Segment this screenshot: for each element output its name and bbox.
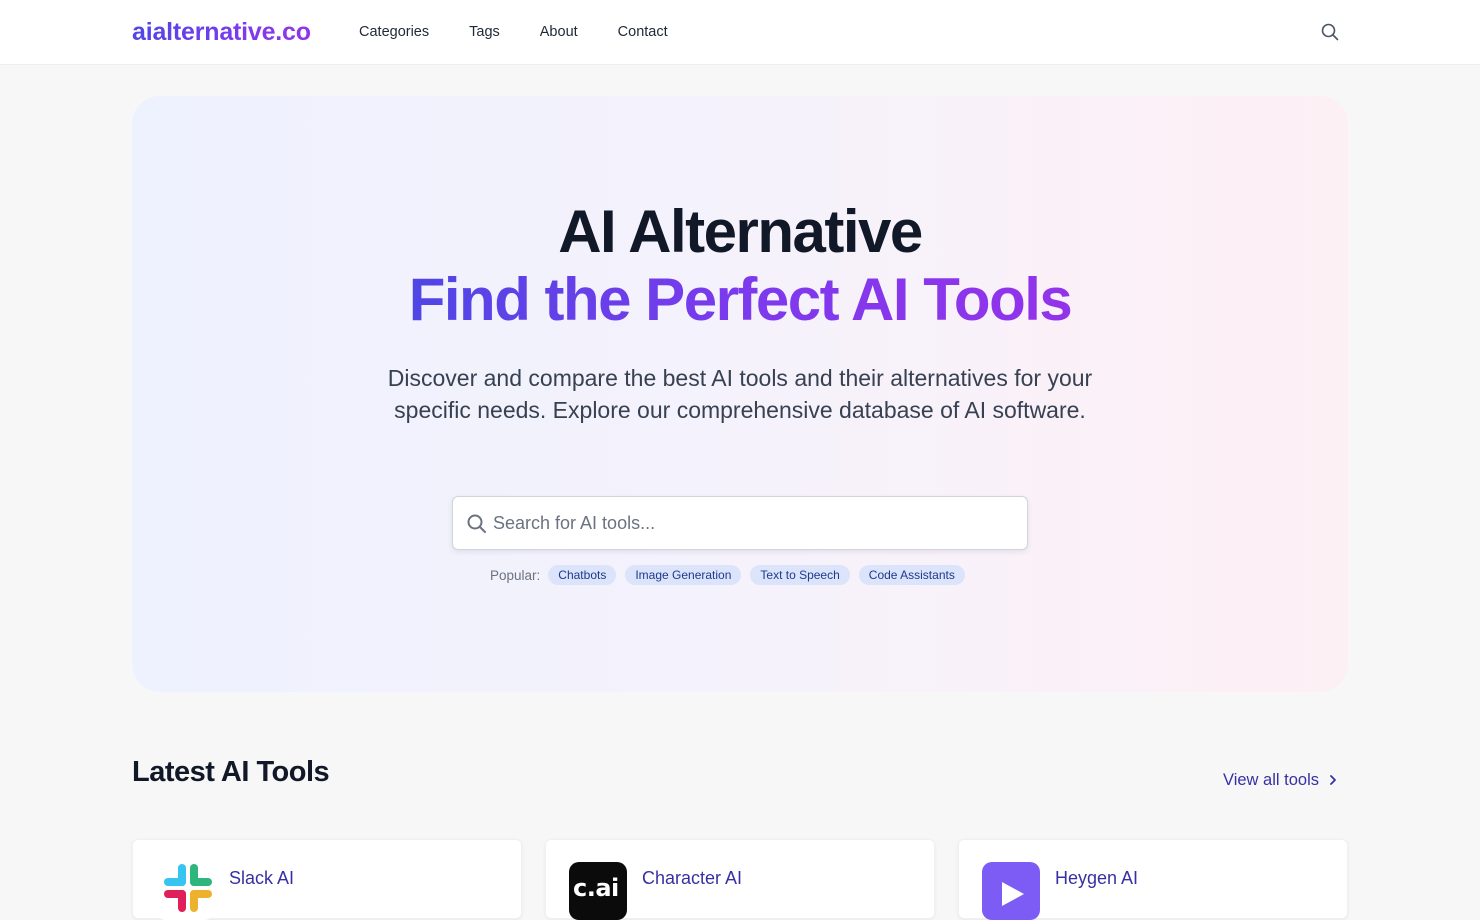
nav-categories[interactable]: Categories [359, 22, 429, 42]
hero-title: AI Alternative [558, 198, 923, 265]
chevron-right-icon [1330, 775, 1336, 785]
tag-chatbots[interactable]: Chatbots [548, 565, 617, 585]
tool-name[interactable]: Character AI [642, 867, 742, 889]
tag-text-to-speech[interactable]: Text to Speech [750, 565, 850, 585]
view-all-label: View all tools [1223, 771, 1319, 789]
search-icon [465, 512, 489, 536]
tool-card-heygen-ai[interactable]: Heygen AI [958, 839, 1348, 920]
tool-card-slack-ai[interactable]: Slack AI [132, 839, 522, 920]
tag-image-generation[interactable]: Image Generation [625, 565, 742, 585]
site-logo[interactable]: aialternative.co [132, 16, 311, 48]
search-input[interactable] [493, 497, 1013, 549]
tool-card-character-ai[interactable]: c.ai Character AI [545, 839, 935, 920]
nav-tags[interactable]: Tags [469, 22, 500, 42]
hero-section: AI Alternative Find the Perfect AI Tools… [132, 96, 1348, 692]
view-all-tools-link[interactable]: View all tools [1223, 770, 1339, 790]
tool-name[interactable]: Heygen AI [1055, 867, 1138, 889]
nav-about[interactable]: About [540, 22, 578, 42]
hero-subtitle: Find the Perfect AI Tools [132, 266, 1348, 334]
popular-label: Popular: [490, 567, 541, 583]
character-ai-logo-text: c.ai [573, 874, 619, 902]
slack-logo-icon [156, 862, 214, 920]
hero-search-box[interactable] [452, 496, 1028, 550]
nav-contact[interactable]: Contact [618, 22, 668, 42]
latest-tools-heading: Latest AI Tools [132, 756, 330, 788]
character-ai-logo-icon: c.ai [569, 862, 627, 920]
tag-code-assistants[interactable]: Code Assistants [858, 565, 965, 585]
tool-name[interactable]: Slack AI [229, 867, 294, 889]
heygen-logo-icon [982, 862, 1040, 920]
site-header: aialternative.co Categories Tags About C… [0, 0, 1480, 65]
popular-tags: Popular: Chatbots Image Generation Text … [490, 565, 974, 585]
hero-subtitle-text: Find the Perfect AI Tools [408, 266, 1073, 333]
search-icon[interactable] [1318, 20, 1342, 44]
hero-description: Discover and compare the best AI tools a… [387, 365, 1093, 423]
main-nav: Categories Tags About Contact [359, 22, 708, 42]
